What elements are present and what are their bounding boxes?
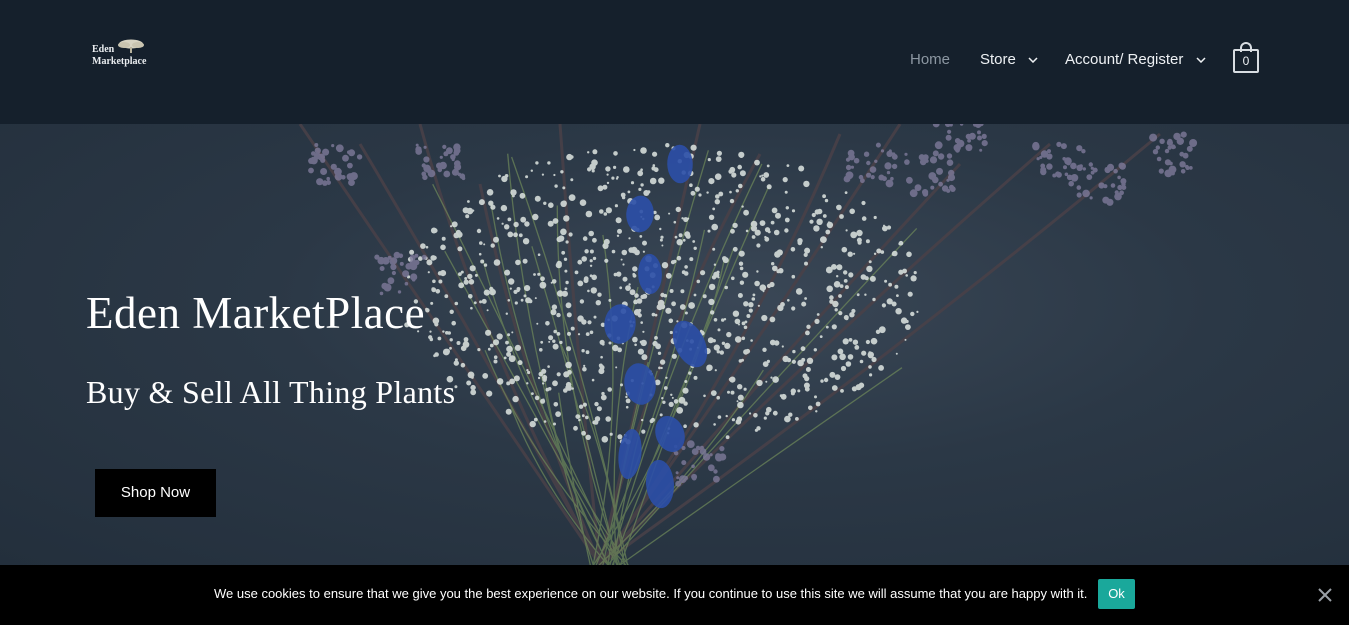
nav-home-label: Home — [910, 51, 951, 68]
hero-subtitle: Buy & Sell All Thing Plants — [86, 374, 456, 410]
chevron-down-icon — [1028, 57, 1038, 64]
nav-account-label: Account/ Register — [1065, 51, 1184, 68]
logo-text: Eden Marketplace — [92, 44, 146, 68]
logo-line-2: Marketplace — [92, 56, 147, 67]
nav-store-label: Store — [980, 51, 1016, 68]
site-logo[interactable]: Eden Marketplace — [92, 38, 154, 72]
hero-banner: Eden MarketPlace Buy & Sell All Thing Pl… — [0, 124, 1349, 565]
logo-line-1: Eden — [92, 44, 115, 55]
cart-button[interactable]: 0 — [1232, 42, 1260, 74]
hero-title: Eden MarketPlace — [86, 288, 426, 338]
cart-count: 0 — [1233, 49, 1259, 73]
cookie-message: We use cookies to ensure that we give yo… — [214, 586, 1088, 601]
chevron-down-icon — [1196, 57, 1206, 64]
cookie-ok-button[interactable]: Ok — [1098, 579, 1135, 609]
shop-now-button[interactable]: Shop Now — [95, 469, 216, 517]
nav-store[interactable]: Store — [980, 49, 1038, 71]
nav-account[interactable]: Account/ Register — [1065, 49, 1206, 71]
site-header: Eden Marketplace Home Store Account/ Reg… — [0, 0, 1349, 124]
close-icon[interactable] — [1316, 586, 1334, 604]
cookie-notice: We use cookies to ensure that we give yo… — [0, 565, 1349, 625]
nav-home[interactable]: Home — [910, 49, 950, 71]
